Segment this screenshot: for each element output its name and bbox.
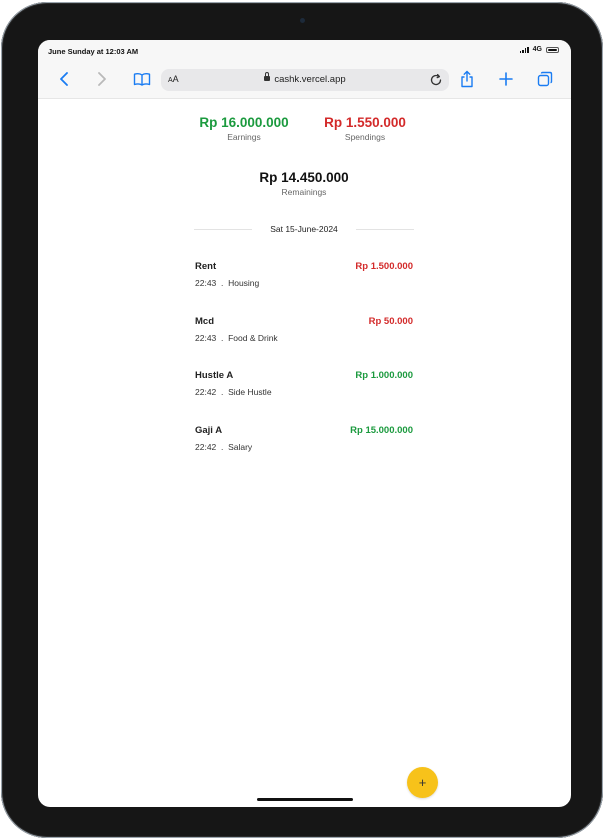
transaction-meta: 22:43 . Housing xyxy=(195,278,260,288)
transaction-item[interactable]: Gaji A Rp 15.000.000 22:42 . Salary xyxy=(195,425,413,461)
divider xyxy=(356,229,414,230)
remainings-amount: Rp 14.450.000 xyxy=(259,170,349,185)
network-label: 4G xyxy=(532,46,542,53)
battery-icon xyxy=(546,46,559,53)
status-indicators: 4G xyxy=(519,46,559,53)
transaction-item[interactable]: Hustle A Rp 1.000.000 22:42 . Side Hustl… xyxy=(195,370,413,406)
transaction-name: Mcd xyxy=(195,316,214,327)
tabs-icon[interactable] xyxy=(536,70,554,88)
transaction-amount: Rp 1.000.000 xyxy=(355,370,413,381)
transaction-name: Rent xyxy=(195,261,217,272)
home-indicator xyxy=(257,798,353,801)
transaction-meta: 22:42 . Salary xyxy=(195,442,253,452)
remainings-label: Remainings xyxy=(281,187,327,197)
browser-toolbar: AA cashk.vercel.app xyxy=(38,62,571,99)
add-transaction-button[interactable]: + xyxy=(407,767,438,798)
earnings-amount: Rp 16.000.000 xyxy=(199,115,289,130)
date-separator: Sat 15-June-2024 xyxy=(194,224,414,236)
back-icon[interactable] xyxy=(55,70,73,88)
signal-icon xyxy=(519,46,529,53)
lock-icon xyxy=(264,72,271,81)
bookmarks-icon[interactable] xyxy=(133,70,151,88)
status-bar: June Sunday at 12:03 AM 4G xyxy=(38,40,571,62)
transaction-name: Hustle A xyxy=(195,370,234,381)
address-bar[interactable]: AA cashk.vercel.app xyxy=(161,69,449,91)
transaction-amount: Rp 1.500.000 xyxy=(355,261,413,272)
new-tab-icon[interactable] xyxy=(497,70,515,88)
transaction-item[interactable]: Rent Rp 1.500.000 22:43 . Housing xyxy=(195,261,413,297)
transaction-meta: 22:43 . Food & Drink xyxy=(195,333,278,343)
transaction-item[interactable]: Mcd Rp 50.000 22:43 . Food & Drink xyxy=(195,316,413,352)
camera xyxy=(300,18,305,23)
transaction-meta: 22:42 . Side Hustle xyxy=(195,387,272,397)
transaction-amount: Rp 50.000 xyxy=(368,316,413,327)
transaction-amount: Rp 15.000.000 xyxy=(350,425,413,436)
spendings-label: Spendings xyxy=(344,132,386,142)
spendings-amount: Rp 1.550.000 xyxy=(324,115,406,130)
earnings-label: Earnings xyxy=(227,132,261,142)
share-icon[interactable] xyxy=(458,70,476,88)
status-time: June Sunday at 12:03 AM xyxy=(48,47,139,56)
url-text: cashk.vercel.app xyxy=(274,74,346,85)
tablet-frame: June Sunday at 12:03 AM 4G AA cashk.verc… xyxy=(1,2,603,838)
url-field[interactable]: cashk.vercel.app xyxy=(161,72,449,85)
screen: June Sunday at 12:03 AM 4G AA cashk.verc… xyxy=(38,40,571,807)
forward-icon[interactable] xyxy=(93,70,111,88)
transaction-name: Gaji A xyxy=(195,425,223,436)
reload-icon[interactable] xyxy=(429,73,443,87)
